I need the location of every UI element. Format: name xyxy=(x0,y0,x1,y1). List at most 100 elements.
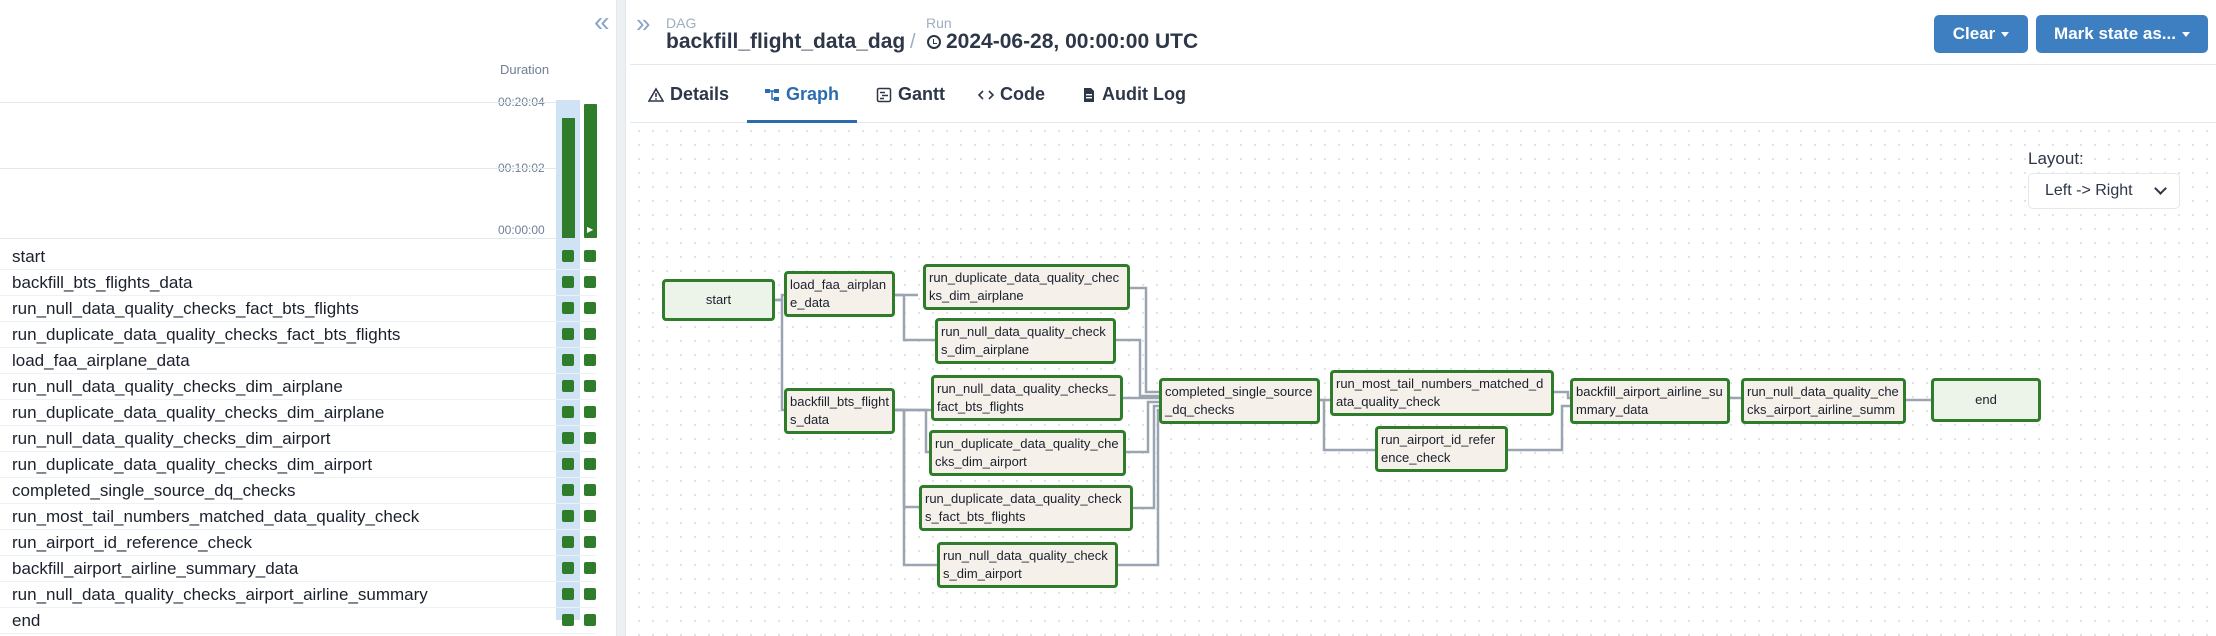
clear-button[interactable]: Clear xyxy=(1934,15,2028,53)
grid-line xyxy=(0,168,556,169)
task-row[interactable]: run_duplicate_data_quality_checks_fact_b… xyxy=(0,322,596,348)
collapse-panel-icon[interactable]: « xyxy=(594,8,610,36)
layout-select-value: Left -> Right xyxy=(2045,182,2133,199)
task-instance-status[interactable] xyxy=(562,250,574,262)
task-row[interactable]: completed_single_source_dq_checks xyxy=(0,478,596,504)
node-label: start xyxy=(705,292,732,307)
panel-resize-handle[interactable] xyxy=(616,0,626,636)
task-instance-status[interactable] xyxy=(584,510,596,522)
task-row[interactable]: load_faa_airplane_data xyxy=(0,348,596,374)
graph-node[interactable]: end xyxy=(1931,378,2041,422)
run-breadcrumb-label: Run xyxy=(926,15,952,31)
task-instance-status[interactable] xyxy=(562,406,574,418)
graph-node[interactable]: run_most_tail_numbers_matched_data_quali… xyxy=(1330,370,1554,416)
graph-node[interactable]: backfill_bts_flights_data xyxy=(784,388,895,434)
run-duration-bar-selected[interactable] xyxy=(584,104,597,238)
run-duration-bar[interactable] xyxy=(562,118,575,238)
task-instance-status[interactable] xyxy=(562,510,574,522)
task-instance-status[interactable] xyxy=(562,276,574,288)
graph-node[interactable]: load_faa_airplane_data xyxy=(784,271,895,317)
task-instance-status[interactable] xyxy=(562,562,574,574)
task-instance-status[interactable] xyxy=(562,354,574,366)
task-row[interactable]: run_null_data_quality_checks_dim_airplan… xyxy=(0,374,596,400)
graph-node[interactable]: backfill_airport_airline_summary_data xyxy=(1570,378,1730,424)
task-instance-status[interactable] xyxy=(584,562,596,574)
dag-breadcrumb-label: DAG xyxy=(666,15,697,31)
task-instance-status[interactable] xyxy=(584,458,596,470)
task-instance-status[interactable] xyxy=(562,302,574,314)
task-instance-status[interactable] xyxy=(562,536,574,548)
dag-breadcrumb-link[interactable]: backfill_flight_data_dag xyxy=(666,30,905,54)
task-row[interactable]: backfill_airport_airline_summary_data xyxy=(0,556,596,582)
chevron-down-icon xyxy=(2154,182,2167,195)
dag-graph-canvas[interactable]: start load_faa_airplane_data backfill_bt… xyxy=(632,124,2216,636)
task-row[interactable]: run_airport_id_reference_check xyxy=(0,530,596,556)
graph-node[interactable]: run_airport_id_reference_check xyxy=(1375,426,1508,472)
graph-node[interactable]: start xyxy=(662,279,775,321)
task-name: backfill_airport_airline_summary_data xyxy=(12,559,299,578)
layout-select[interactable]: Left -> Right xyxy=(2028,173,2180,209)
graph-node[interactable]: run_duplicate_data_quality_checks_dim_ai… xyxy=(929,430,1126,476)
task-name: run_airport_id_reference_check xyxy=(12,533,253,552)
graph-node[interactable]: run_null_data_quality_checks_airport_air… xyxy=(1741,378,1906,424)
graph-node[interactable]: completed_single_source_dq_checks xyxy=(1159,378,1320,424)
task-instance-status[interactable] xyxy=(584,328,596,340)
task-instance-status[interactable] xyxy=(562,588,574,600)
task-row[interactable]: end xyxy=(0,608,596,634)
node-label: run_most_tail_numbers_matched_data_quali… xyxy=(1336,376,1544,409)
task-instance-status[interactable] xyxy=(562,614,574,626)
task-instance-status[interactable] xyxy=(584,302,596,314)
task-row[interactable]: backfill_bts_flights_data xyxy=(0,270,596,296)
tab-code[interactable]: Code xyxy=(978,84,1045,105)
task-instance-status[interactable] xyxy=(584,276,596,288)
task-row[interactable]: run_null_data_quality_checks_dim_airport xyxy=(0,426,596,452)
task-row[interactable]: run_duplicate_data_quality_checks_dim_ai… xyxy=(0,452,596,478)
node-label: backfill_bts_flights_data xyxy=(790,394,889,427)
task-instance-status[interactable] xyxy=(584,484,596,496)
task-row[interactable]: run_most_tail_numbers_matched_data_quali… xyxy=(0,504,596,530)
task-instance-status[interactable] xyxy=(584,588,596,600)
graph-node[interactable]: run_null_data_quality_checks_dim_airplan… xyxy=(935,318,1116,364)
duration-label: Duration xyxy=(500,62,550,77)
grid-line xyxy=(0,238,556,239)
task-instance-status[interactable] xyxy=(584,354,596,366)
task-instance-status[interactable] xyxy=(584,406,596,418)
layout-label: Layout: xyxy=(2028,149,2084,168)
task-instance-status[interactable] xyxy=(584,380,596,392)
task-instance-status[interactable] xyxy=(584,250,596,262)
graph-edge xyxy=(1133,404,1160,510)
task-name: run_null_data_quality_checks_airport_air… xyxy=(12,585,428,604)
run-breadcrumb-link[interactable]: 2024-06-28, 00:00:00 UTC xyxy=(946,30,1198,54)
graph-node[interactable]: run_null_data_quality_checks_fact_bts_fl… xyxy=(931,375,1123,421)
task-name: run_null_data_quality_checks_dim_airplan… xyxy=(12,377,343,396)
task-row[interactable]: run_duplicate_data_quality_checks_dim_ai… xyxy=(0,400,596,426)
task-instance-status[interactable] xyxy=(584,432,596,444)
expand-panel-icon[interactable]: » xyxy=(636,10,650,36)
graph-node[interactable]: run_duplicate_data_quality_checks_fact_b… xyxy=(919,485,1133,531)
task-instance-status[interactable] xyxy=(584,536,596,548)
tabs-divider xyxy=(630,122,2216,123)
grid-line xyxy=(0,102,556,103)
task-instance-status[interactable] xyxy=(562,328,574,340)
task-instance-status[interactable] xyxy=(562,380,574,392)
task-row[interactable]: run_null_data_quality_checks_airport_air… xyxy=(0,582,596,608)
task-instance-status[interactable] xyxy=(562,484,574,496)
task-row[interactable]: start xyxy=(0,244,596,270)
graph-node[interactable]: run_null_data_quality_checks_dim_airport xyxy=(937,542,1118,588)
task-row[interactable]: run_null_data_quality_checks_fact_bts_fl… xyxy=(0,296,596,322)
tab-label: Audit Log xyxy=(1102,84,1186,104)
task-instance-status[interactable] xyxy=(584,614,596,626)
node-label: run_duplicate_data_quality_checks_dim_ai… xyxy=(929,270,1120,303)
task-instance-status[interactable] xyxy=(562,458,574,470)
mark-state-button[interactable]: Mark state as... xyxy=(2036,15,2208,53)
active-tab-indicator xyxy=(747,120,857,123)
graph-node[interactable]: run_duplicate_data_quality_checks_dim_ai… xyxy=(923,264,1130,310)
tab-label: Graph xyxy=(786,84,840,104)
tab-graph[interactable]: Graph xyxy=(764,84,839,105)
tab-audit-log[interactable]: Audit Log xyxy=(1082,84,1186,105)
task-instance-status[interactable] xyxy=(562,432,574,444)
tab-gantt[interactable]: Gantt xyxy=(876,84,945,105)
tab-details[interactable]: Details xyxy=(648,84,729,105)
mark-state-button-label: Mark state as... xyxy=(2054,24,2176,43)
task-list: start backfill_bts_flights_data run_null… xyxy=(0,244,600,634)
